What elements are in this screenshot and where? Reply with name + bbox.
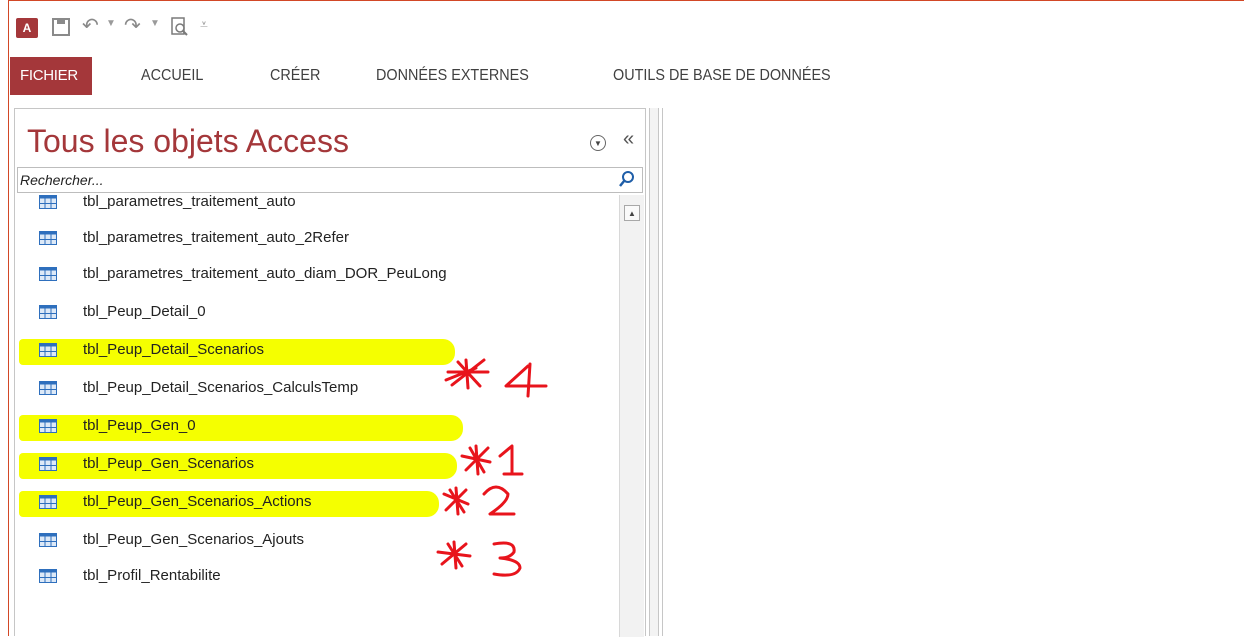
table-icon: [39, 343, 57, 357]
list-item[interactable]: tbl_parametres_traitement_auto_2Refer: [15, 221, 605, 257]
list-item-label: tbl_Peup_Detail_Scenarios_CalculsTemp: [83, 379, 359, 396]
undo-dropdown-icon[interactable]: ▼: [106, 18, 116, 29]
search-box: [17, 167, 643, 193]
redo-icon[interactable]: ↷: [124, 14, 141, 38]
list-item-label: tbl_Peup_Gen_Scenarios_Ajouts: [83, 531, 304, 548]
access-logo-text: A: [22, 21, 32, 35]
save-icon[interactable]: [52, 18, 70, 36]
search-input[interactable]: [18, 168, 612, 192]
list-item[interactable]: tbl_Peup_Gen_Scenarios_Ajouts: [15, 523, 605, 559]
list-item-label: tbl_parametres_traitement_auto_diam_DOR_…: [83, 265, 447, 282]
table-icon: [39, 195, 57, 209]
nav-pane-title[interactable]: Tous les objets Access: [27, 123, 349, 160]
pane-splitter[interactable]: [649, 108, 659, 636]
scroll-up-icon[interactable]: ▲: [624, 205, 640, 221]
list-item-highlighted[interactable]: tbl_Peup_Gen_0: [15, 409, 605, 445]
vertical-scrollbar[interactable]: ▲: [619, 195, 644, 637]
table-icon: [39, 231, 57, 245]
print-preview-icon[interactable]: [170, 17, 190, 37]
table-icon: [39, 267, 57, 281]
tab-accueil[interactable]: ACCUEIL: [141, 57, 203, 95]
tab-fichier[interactable]: FICHIER: [10, 57, 92, 95]
tab-creer[interactable]: CRÉER: [270, 57, 320, 95]
navigation-pane: Tous les objets Access ▼ « tbl_parametre…: [14, 108, 646, 637]
redo-dropdown-icon[interactable]: ▼: [150, 18, 160, 29]
undo-icon[interactable]: ↶: [82, 14, 99, 38]
list-item-label: tbl_Peup_Gen_Scenarios_Actions: [83, 493, 312, 510]
table-icon: [39, 381, 57, 395]
list-item-label: tbl_Profil_Rentabilite: [83, 567, 221, 584]
customize-qat-icon[interactable]: ⩡: [200, 16, 208, 33]
list-item-highlighted[interactable]: tbl_Peup_Gen_Scenarios: [15, 447, 605, 483]
table-icon: [39, 457, 57, 471]
list-item[interactable]: tbl_Peup_Detail_Scenarios_CalculsTemp: [15, 371, 605, 407]
collapse-pane-icon[interactable]: «: [623, 129, 634, 149]
list-item[interactable]: tbl_Peup_Detail_0: [15, 295, 605, 331]
list-item-highlighted[interactable]: tbl_Peup_Gen_Scenarios_Actions: [15, 485, 605, 521]
table-icon: [39, 495, 57, 509]
object-list: tbl_parametres_traitement_auto tbl_param…: [15, 195, 615, 637]
list-item-highlighted[interactable]: tbl_Peup_Detail_Scenarios: [15, 333, 605, 369]
tab-outils-base-de-donnees[interactable]: OUTILS DE BASE DE DONNÉES: [613, 57, 831, 95]
access-logo-icon[interactable]: A: [16, 18, 38, 38]
table-icon: [39, 533, 57, 547]
table-icon: [39, 419, 57, 433]
table-icon: [39, 305, 57, 319]
list-item-label: tbl_Peup_Gen_0: [83, 417, 196, 434]
list-item[interactable]: tbl_parametres_traitement_auto_diam_DOR_…: [15, 257, 605, 293]
workspace-area: [662, 108, 1244, 636]
chevron-down-icon[interactable]: ▼: [590, 135, 606, 151]
tab-donnees-externes[interactable]: DONNÉES EXTERNES: [376, 57, 529, 95]
list-item[interactable]: tbl_parametres_traitement_auto: [15, 195, 605, 221]
list-item-label: tbl_Peup_Detail_0: [83, 303, 206, 320]
list-item-label: tbl_Peup_Gen_Scenarios: [83, 455, 254, 472]
search-icon[interactable]: [618, 170, 636, 188]
ribbon-tabs: FICHIER ACCUEIL CRÉER DONNÉES EXTERNES O…: [10, 57, 1244, 95]
list-item[interactable]: tbl_Profil_Rentabilite: [15, 559, 605, 595]
list-item-label: tbl_Peup_Detail_Scenarios: [83, 341, 264, 358]
list-item-label: tbl_parametres_traitement_auto: [83, 195, 296, 210]
list-item-label: tbl_parametres_traitement_auto_2Refer: [83, 229, 349, 246]
table-icon: [39, 569, 57, 583]
